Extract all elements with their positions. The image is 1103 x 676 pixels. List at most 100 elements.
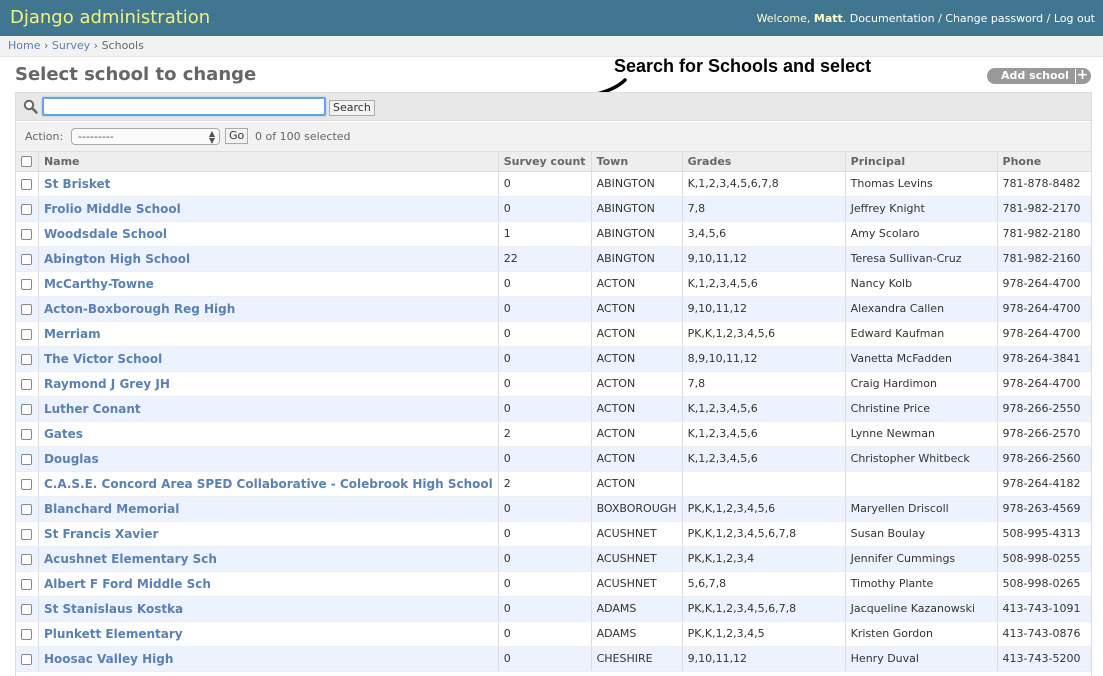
row-select-cell — [16, 346, 39, 372]
row-checkbox[interactable] — [21, 528, 32, 540]
cell-grades: PK,K,1,2,3,4,5,6 — [681, 496, 846, 522]
cell-name: Merriam — [37, 321, 499, 347]
action-select[interactable]: --------- ▲ ▼ — [71, 128, 220, 145]
cell-phone: 781-878-8482 — [996, 171, 1091, 197]
table-row: Abington High School 22 ABINGTON 9,10,11,12… — [16, 246, 1091, 272]
select-all-checkbox[interactable] — [21, 156, 32, 168]
school-link[interactable]: St Stanislaus Kostka — [44, 602, 183, 616]
column-header-grades[interactable]: Grades — [681, 152, 846, 172]
table-row: Plunkett Elementary 0 ADAMS PK,K,1,2,3,4,5 K… — [16, 621, 1091, 647]
school-link[interactable]: Blanchard Memorial — [44, 502, 179, 516]
search-toolbar: Search — [16, 93, 1091, 121]
add-school-button[interactable]: Add school + — [987, 68, 1091, 84]
school-link[interactable]: Acushnet Elementary Sch — [44, 552, 217, 566]
search-button[interactable]: Search — [329, 100, 375, 116]
cell-grades: 9,10,11,12 — [681, 246, 846, 272]
site-branding: Django administration — [10, 7, 211, 28]
school-link[interactable]: Luther Conant — [44, 402, 141, 416]
row-select-cell — [16, 646, 39, 672]
row-select-cell — [16, 471, 39, 497]
cell-grades: 3,4,5,6 — [681, 221, 846, 247]
row-select-cell — [16, 271, 39, 297]
action-select-value: --------- — [78, 130, 114, 143]
school-link[interactable]: Albert F Ford Middle Sch — [44, 577, 211, 591]
cell-town: ACTON — [590, 371, 683, 397]
cell-name: Gates — [37, 421, 499, 447]
column-header-name[interactable]: Name — [37, 152, 499, 172]
column-header-phone[interactable]: Phone — [996, 152, 1091, 172]
cell-name: Abington High School — [37, 246, 499, 272]
school-link[interactable]: McCarthy-Towne — [44, 277, 154, 291]
row-checkbox[interactable] — [21, 428, 32, 440]
cell-survey-count: 0 — [497, 446, 592, 472]
school-link[interactable]: Raymond J Grey JH — [44, 377, 170, 391]
cell-name: Hoosac Valley High — [37, 646, 499, 672]
breadcrumb-survey[interactable]: Survey — [52, 39, 90, 52]
row-checkbox[interactable] — [21, 303, 32, 315]
school-link[interactable]: St Francis Xavier — [44, 527, 158, 541]
cell-town: ABINGTON — [590, 171, 683, 197]
logout-link[interactable]: Log out — [1054, 12, 1095, 25]
cell-grades: K,1,2,3,4,5,6 — [681, 271, 846, 297]
row-checkbox[interactable] — [21, 578, 32, 590]
school-link[interactable]: Merriam — [44, 327, 101, 341]
change-password-link[interactable]: Change password — [945, 12, 1043, 25]
row-checkbox[interactable] — [21, 453, 32, 465]
cell-town: ACUSHNET — [590, 521, 683, 547]
school-link[interactable]: Acton-Boxborough Reg High — [44, 302, 235, 316]
breadcrumb-home[interactable]: Home — [8, 39, 40, 52]
documentation-link[interactable]: Documentation — [850, 12, 935, 25]
page-title: Select school to change — [15, 64, 257, 85]
cell-survey-count: 2 — [497, 471, 592, 497]
table-row: Raymond J Grey JH 0 ACTON 7,8 Craig Hardimon… — [16, 371, 1091, 397]
school-link[interactable]: Plunkett Elementary — [44, 627, 183, 641]
school-link[interactable]: Douglas — [44, 452, 99, 466]
row-checkbox[interactable] — [21, 603, 32, 615]
search-input[interactable] — [42, 97, 326, 116]
cell-principal: Jacqueline Kazanowski — [844, 596, 998, 622]
cell-town: ADAMS — [590, 596, 683, 622]
row-select-cell — [16, 246, 39, 272]
row-checkbox[interactable] — [21, 353, 32, 365]
school-link[interactable]: Woodsdale School — [44, 227, 167, 241]
school-link[interactable]: St Brisket — [44, 177, 110, 191]
table-row: Acton-Boxborough Reg High 0 ACTON 9,10,11,1… — [16, 296, 1091, 322]
table-row: Hoosac Valley High 0 CHESHIRE 9,10,11,12 Hen… — [16, 646, 1091, 672]
go-button[interactable]: Go — [225, 128, 249, 144]
school-link[interactable]: C.A.S.E. Concord Area SPED Collaborative… — [44, 477, 493, 491]
row-checkbox[interactable] — [21, 178, 32, 190]
school-link[interactable]: Gates — [44, 427, 83, 441]
cell-town: ABINGTON — [590, 221, 683, 247]
cell-name: Raymond J Grey JH — [37, 371, 499, 397]
row-checkbox[interactable] — [21, 478, 32, 490]
school-link[interactable]: Hoosac Valley High — [44, 652, 173, 666]
column-header-survey-count[interactable]: Survey count — [497, 152, 592, 172]
school-link[interactable]: Frolio Middle School — [44, 202, 181, 216]
separator: / — [934, 12, 946, 25]
column-header-principal[interactable]: Principal — [844, 152, 998, 172]
row-checkbox[interactable] — [21, 228, 32, 240]
row-checkbox[interactable] — [21, 403, 32, 415]
row-select-cell — [16, 496, 39, 522]
cell-phone: 978-264-3841 — [996, 346, 1091, 372]
action-label: Action: — [25, 130, 64, 143]
row-checkbox[interactable] — [21, 328, 32, 340]
school-link[interactable]: The Victor School — [44, 352, 162, 366]
row-checkbox[interactable] — [21, 628, 32, 640]
row-checkbox[interactable] — [21, 278, 32, 290]
row-select-cell — [16, 621, 39, 647]
cell-grades: 7,8 — [681, 371, 846, 397]
column-header-town[interactable]: Town — [590, 152, 683, 172]
row-checkbox[interactable] — [21, 653, 32, 665]
cell-phone: 978-264-4700 — [996, 271, 1091, 297]
actions-bar: Action: --------- ▲ ▼ Go 0 of 100 selected — [16, 122, 1091, 152]
row-checkbox[interactable] — [21, 203, 32, 215]
row-checkbox[interactable] — [21, 378, 32, 390]
user-tools: Welcome, Matt. Documentation / Change pa… — [757, 12, 1095, 25]
row-checkbox[interactable] — [21, 503, 32, 515]
cell-phone: 978-266-2570 — [996, 421, 1091, 447]
row-checkbox[interactable] — [21, 553, 32, 565]
table-row: St Francis Xavier 0 ACUSHNET PK,K,1,2,3,4,5… — [16, 521, 1091, 547]
row-checkbox[interactable] — [21, 253, 32, 265]
school-link[interactable]: Abington High School — [44, 252, 190, 266]
